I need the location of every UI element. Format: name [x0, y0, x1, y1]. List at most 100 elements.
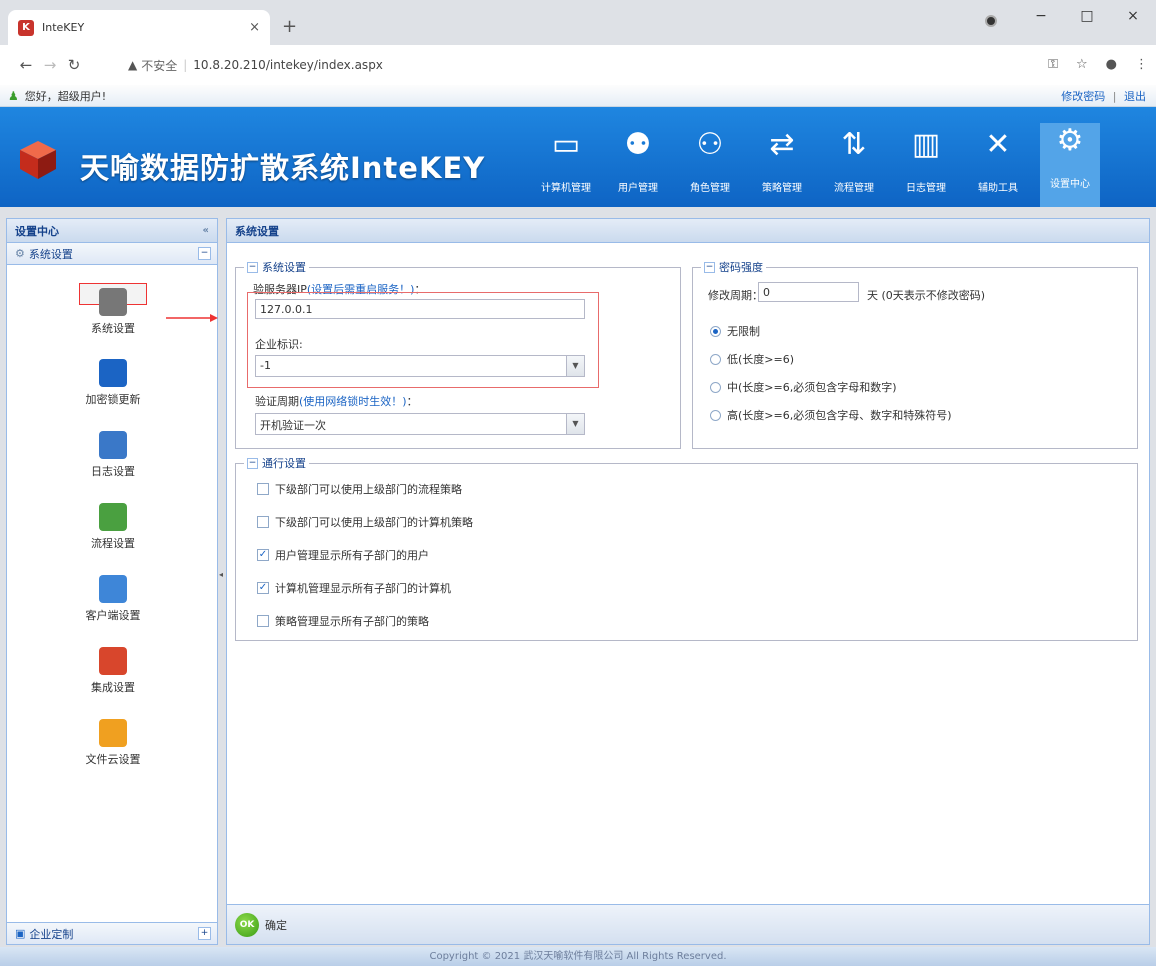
checkbox-label: 下级部门可以使用上级部门的计算机策略: [275, 516, 473, 529]
system-settings-legend[interactable]: − 系统设置: [244, 259, 309, 275]
forward-icon[interactable]: →: [38, 56, 62, 74]
new-tab-button[interactable]: +: [282, 16, 297, 37]
main-panel-title: 系统设置: [235, 224, 279, 238]
monitor-icon: ▭: [551, 127, 581, 162]
advanced-settings-legend[interactable]: − 通行设置: [244, 455, 309, 471]
key-icon[interactable]: ⚿: [1048, 57, 1058, 72]
password-strength-radio[interactable]: 无限制: [710, 323, 760, 339]
log-settings-icon: [99, 431, 127, 459]
profile-icon[interactable]: ●: [1106, 57, 1117, 72]
checkbox-icon[interactable]: ✓: [257, 582, 269, 594]
password-strength-radio[interactable]: 低(长度>=6): [710, 351, 794, 367]
section-title: 系统设置: [28, 247, 73, 261]
nav-label: 策略管理: [762, 183, 802, 194]
dropdown-arrow-icon[interactable]: ▼: [566, 356, 584, 376]
radio-button-icon[interactable]: [710, 353, 721, 365]
collapse-left-icon[interactable]: «: [203, 225, 209, 236]
period-unit-label: 天 (0天表示不修改密码): [867, 289, 986, 302]
password-strength-legend[interactable]: − 密码强度: [701, 259, 766, 275]
gears-icon: ⚙: [1056, 123, 1084, 158]
verify-cycle-select[interactable]: 开机验证一次 ▼: [255, 413, 585, 435]
section-collapse-icon[interactable]: −: [198, 247, 211, 260]
radio-label: 中(长度>=6,必须包含字母和数字): [727, 381, 897, 394]
nav-gears[interactable]: ⚙ 设置中心: [1040, 123, 1100, 207]
toggle-icon[interactable]: −: [247, 457, 258, 469]
left-nav-item[interactable]: 客户端设置: [7, 575, 219, 623]
nav-tools[interactable]: ✕ 辅助工具: [968, 127, 1028, 207]
file-cloud-icon: [99, 719, 127, 747]
password-strength-radio[interactable]: 高(长度>=6,必须包含字母、数字和特殊符号): [710, 407, 952, 423]
checkbox-label: 下级部门可以使用上级部门的流程策略: [275, 483, 462, 496]
period-field[interactable]: [758, 282, 859, 302]
radio-label: 无限制: [727, 325, 760, 338]
advanced-option-checkbox[interactable]: 策略管理显示所有子部门的策略: [257, 613, 429, 629]
checkbox-label: 用户管理显示所有子部门的用户: [275, 549, 429, 562]
section-expand-icon[interactable]: +: [198, 927, 211, 940]
radio-button-icon[interactable]: [710, 409, 721, 421]
advanced-option-checkbox[interactable]: ✓ 用户管理显示所有子部门的用户: [257, 547, 429, 563]
main-panel: 系统设置 −系统设置 验服务器IP(设置后需重启服务！)： 企业标识: -1▼ …: [226, 218, 1150, 945]
annotation-arrow-icon: [166, 314, 218, 322]
left-nav-label: 系统设置: [91, 322, 135, 335]
checkbox-icon[interactable]: [257, 483, 269, 495]
checkbox-icon[interactable]: ✓: [257, 549, 269, 561]
change-password-link[interactable]: 修改密码: [1061, 90, 1105, 103]
url-field[interactable]: ▲ 不安全 | 10.8.20.210/intekey/index.aspx: [128, 51, 1068, 79]
radio-button-icon[interactable]: [710, 381, 721, 393]
tab-close-icon[interactable]: ×: [249, 20, 260, 35]
reload-icon[interactable]: ↻: [62, 56, 86, 74]
close-window-button[interactable]: ×: [1110, 8, 1156, 24]
insecure-label: 不安全: [141, 58, 178, 73]
nav-users[interactable]: ⚉ 用户管理: [608, 127, 668, 207]
section-enterprise-custom[interactable]: ▣ 企业定制 +: [7, 922, 217, 944]
record-icon[interactable]: [985, 15, 997, 27]
left-nav-item[interactable]: 系统设置: [79, 283, 147, 335]
nav-policy[interactable]: ⇄ 策略管理: [752, 127, 812, 207]
enterprise-select[interactable]: -1 ▼: [255, 355, 585, 377]
link-separator: |: [1112, 89, 1117, 103]
left-nav-item[interactable]: 集成设置: [7, 647, 219, 695]
splitter-handle[interactable]: ◂: [219, 570, 223, 590]
radio-button-icon[interactable]: [710, 325, 721, 337]
nav-monitor[interactable]: ▭ 计算机管理: [536, 127, 596, 207]
server-ip-field[interactable]: [255, 299, 585, 319]
maximize-button[interactable]: □: [1064, 8, 1110, 24]
left-nav-item[interactable]: 文件云设置: [7, 719, 219, 767]
client-settings-icon: [99, 575, 127, 603]
user-bar: ♟ 您好，超级用户! 修改密码 | 退出: [0, 85, 1156, 107]
left-panel: 设置中心 « ⚙ 系统设置 − 系统设置 加密锁更新 日志设置 流程设置 客户端设置 集成…: [6, 218, 218, 945]
advanced-option-checkbox[interactable]: 下级部门可以使用上级部门的流程策略: [257, 481, 462, 497]
nav-log-book[interactable]: ▥ 日志管理: [896, 127, 956, 207]
left-nav-item[interactable]: 流程设置: [7, 503, 219, 551]
section-system-settings[interactable]: ⚙ 系统设置 −: [7, 243, 217, 265]
ok-icon[interactable]: OK: [235, 912, 259, 937]
left-nav-item[interactable]: 日志设置: [7, 431, 219, 479]
confirm-button-label[interactable]: 确定: [265, 917, 287, 933]
logo-cube-icon: [20, 141, 56, 179]
radio-label: 低(长度>=6): [727, 353, 795, 366]
nav-workflow[interactable]: ⇅ 流程管理: [824, 127, 884, 207]
toggle-icon[interactable]: −: [704, 261, 715, 273]
logout-link[interactable]: 退出: [1124, 90, 1146, 103]
checkbox-icon[interactable]: [257, 615, 269, 627]
toggle-icon[interactable]: −: [247, 261, 258, 273]
star-icon[interactable]: ☆: [1076, 57, 1088, 72]
password-strength-radio[interactable]: 中(长度>=6,必须包含字母和数字): [710, 379, 897, 395]
left-nav-item[interactable]: 加密锁更新: [7, 359, 219, 407]
checkbox-icon[interactable]: [257, 516, 269, 528]
left-nav-label: 集成设置: [91, 681, 135, 694]
roles-icon: ⚇: [696, 127, 724, 162]
nav-roles[interactable]: ⚇ 角色管理: [680, 127, 740, 207]
back-icon[interactable]: ←: [14, 56, 38, 74]
advanced-option-checkbox[interactable]: 下级部门可以使用上级部门的计算机策略: [257, 514, 473, 530]
gear-small-icon: ⚙: [15, 247, 25, 260]
menu-icon[interactable]: ⋮: [1135, 57, 1148, 72]
dropdown-arrow-icon[interactable]: ▼: [566, 414, 584, 434]
minimize-button[interactable]: −: [1018, 8, 1064, 24]
tab-title: InteKEY: [42, 21, 85, 34]
footer-copyright: Copyright © 2021 武汉天喻软件有限公司 All Rights R…: [0, 947, 1156, 966]
browser-tab[interactable]: K InteKEY ×: [8, 10, 270, 45]
checkbox-label: 计算机管理显示所有子部门的计算机: [275, 582, 451, 595]
nav-label: 角色管理: [690, 183, 730, 194]
advanced-option-checkbox[interactable]: ✓ 计算机管理显示所有子部门的计算机: [257, 580, 451, 596]
